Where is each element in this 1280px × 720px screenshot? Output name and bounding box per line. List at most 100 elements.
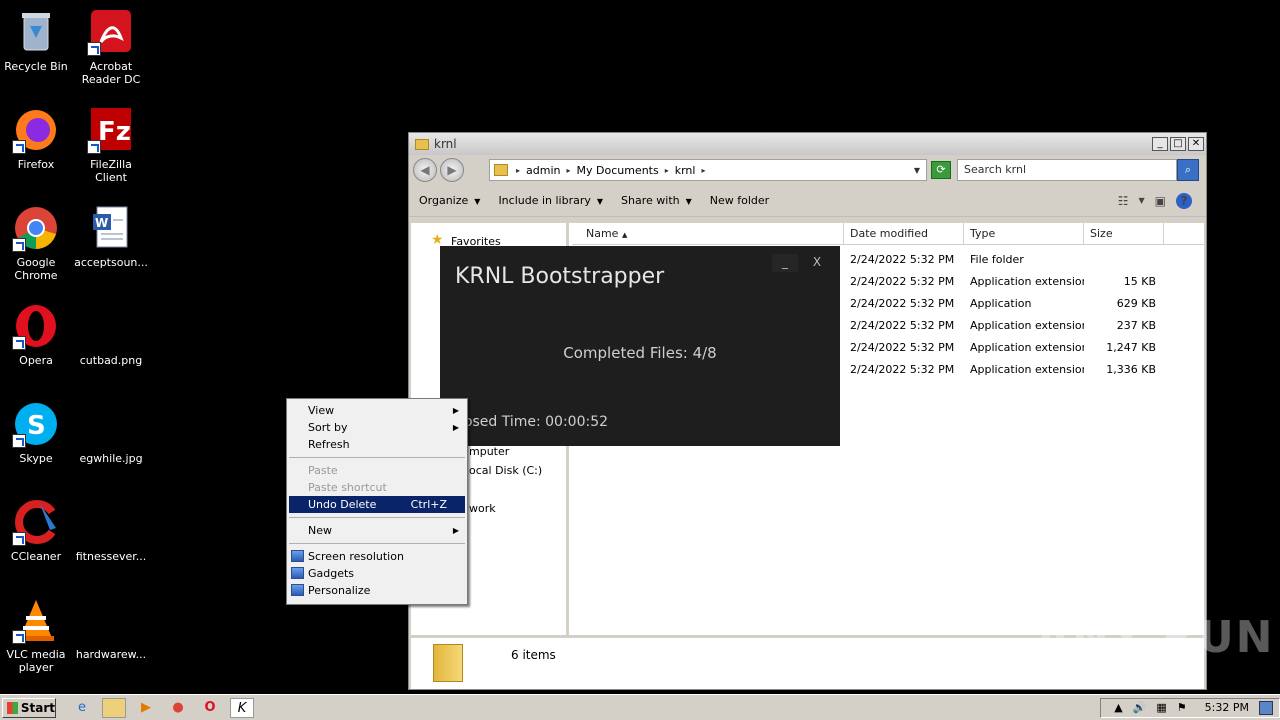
desktop-icon-recycle-bin[interactable]: Recycle Bin — [0, 8, 74, 73]
menu-separator — [289, 517, 465, 518]
show-desktop-button[interactable] — [1259, 700, 1273, 715]
volume-icon[interactable]: 🔊 — [1133, 701, 1147, 714]
nav-local-disk[interactable]: ocal Disk (C:) — [469, 464, 542, 477]
show-hidden-icons-icon[interactable]: ▲ — [1114, 701, 1122, 714]
chevron-down-icon: ▼ — [474, 197, 481, 206]
nav-computer[interactable]: mputer — [469, 445, 509, 458]
desktop-icon-egwhile[interactable]: egwhile.jpg — [73, 400, 149, 465]
desktop-icon-filezilla[interactable]: Fz FileZilla Client — [73, 106, 149, 184]
star-icon: ★ — [431, 232, 444, 248]
desktop-icon-skype[interactable]: S Skype — [0, 400, 74, 465]
desktop-icon-chrome[interactable]: Google Chrome — [0, 204, 74, 282]
action-center-flag-icon[interactable]: ⚑ — [1177, 701, 1187, 714]
menu-item-screen-resolution[interactable]: Screen resolution — [287, 548, 467, 565]
desktop-icon-acceptsound[interactable]: W acceptsoun... — [73, 204, 149, 269]
refresh-icon[interactable]: ⟳ — [931, 161, 951, 179]
item-count: 6 items — [511, 648, 556, 662]
include-library-label: Include in library — [498, 194, 591, 207]
nav-network[interactable]: work — [469, 502, 496, 515]
menu-item-label: Screen resolution — [308, 550, 404, 563]
close-button[interactable]: ✕ — [1188, 137, 1204, 151]
shortcut-arrow-icon — [12, 532, 26, 546]
folder-icon — [415, 138, 429, 150]
opera-taskbar-icon[interactable]: O — [198, 698, 222, 718]
explorer-title-bar[interactable]: krnl _ □ ✕ — [409, 133, 1206, 155]
address-bar[interactable]: ▸ admin ▸ My Documents ▸ krnl ▸ ▼ — [489, 159, 927, 181]
menu-item-new[interactable]: New ▶ — [287, 522, 467, 539]
column-type[interactable]: Type — [964, 223, 1084, 245]
column-date[interactable]: Date modified — [844, 223, 964, 245]
menu-item-shortcut: Ctrl+Z — [410, 498, 447, 511]
forward-button[interactable]: ▶ — [440, 158, 464, 182]
maximize-button[interactable]: □ — [1170, 137, 1186, 151]
include-in-library-button[interactable]: Include in library ▼ — [498, 194, 603, 207]
chevron-down-icon[interactable]: ▼ — [1139, 196, 1145, 205]
personalize-icon — [291, 584, 304, 596]
help-icon[interactable]: ? — [1176, 192, 1192, 209]
media-player-icon[interactable]: ▶ — [134, 698, 158, 718]
chevron-down-icon: ▼ — [596, 197, 604, 206]
desktop-icon-label: Opera — [19, 354, 53, 367]
menu-item-view[interactable]: View ▶ — [287, 402, 467, 419]
acrobat-icon — [87, 8, 135, 56]
desktop-context-menu: View ▶ Sort by ▶ Refresh Paste Paste short… — [286, 398, 468, 605]
desktop-icon-label: Firefox — [17, 158, 55, 171]
svg-text:Fz: Fz — [98, 117, 131, 147]
file-date: 2/24/2022 5:32 PM — [850, 341, 955, 354]
anyrun-watermark: ANY RUN — [1036, 612, 1275, 663]
desktop-icon-vlc[interactable]: VLC media player — [0, 596, 74, 674]
file-size: 15 KB — [1123, 275, 1156, 288]
change-view-icon[interactable]: ☷ — [1118, 194, 1129, 208]
chevron-right-icon: ▸ — [664, 165, 669, 175]
chevron-down-icon: ▼ — [685, 197, 692, 206]
file-date: 2/24/2022 5:32 PM — [850, 297, 955, 310]
share-with-button[interactable]: Share with ▼ — [621, 194, 692, 207]
start-button[interactable]: Start — [2, 697, 56, 718]
chevron-right-icon: ▸ — [701, 165, 706, 175]
desktop-icon-fitnessever[interactable]: fitnessever... — [73, 498, 149, 563]
submenu-arrow-icon: ▶ — [452, 526, 459, 535]
menu-item-gadgets[interactable]: Gadgets — [287, 565, 467, 582]
desktop-icon-label: VLC media player — [6, 648, 66, 674]
krnl-taskbar-icon[interactable]: K — [230, 697, 254, 718]
menu-item-personalize[interactable]: Personalize — [287, 582, 467, 599]
desktop-icon-firefox[interactable]: Firefox — [0, 106, 74, 171]
column-name[interactable]: Name ▲ — [572, 223, 844, 245]
preview-pane-icon[interactable]: ▣ — [1155, 194, 1166, 208]
menu-item-undo-delete[interactable]: Undo Delete Ctrl+Z — [289, 496, 465, 513]
address-dropdown-icon[interactable]: ▼ — [914, 166, 920, 175]
clock[interactable]: 5:32 PM — [1205, 701, 1249, 714]
submenu-arrow-icon: ▶ — [452, 423, 459, 432]
minimize-button[interactable]: _ — [1152, 137, 1168, 151]
file-type: Application — [970, 297, 1032, 310]
back-button[interactable]: ◀ — [413, 158, 437, 182]
menu-item-sort-by[interactable]: Sort by ▶ — [287, 419, 467, 436]
search-icon[interactable]: ⌕ — [1177, 159, 1199, 181]
desktop-icon-label: hardwarew... — [75, 648, 147, 661]
chrome-taskbar-icon[interactable]: ● — [166, 698, 190, 718]
sort-asc-icon: ▲ — [621, 231, 628, 239]
file-date: 2/24/2022 5:32 PM — [850, 253, 955, 266]
breadcrumb-my-documents[interactable]: My Documents — [577, 164, 659, 177]
krnl-close-button[interactable]: X — [804, 254, 830, 272]
column-size[interactable]: Size — [1084, 223, 1164, 245]
file-size: 1,247 KB — [1106, 341, 1156, 354]
breadcrumb-krnl[interactable]: krnl — [675, 164, 696, 177]
desktop-icon-opera[interactable]: Opera — [0, 302, 74, 367]
menu-separator — [289, 457, 465, 458]
desktop-icon-hardwarew[interactable]: hardwarew... — [73, 596, 149, 661]
network-icon[interactable]: ▦ — [1156, 701, 1166, 714]
menu-item-refresh[interactable]: Refresh — [287, 436, 467, 453]
organize-button[interactable]: Organize ▼ — [419, 194, 480, 207]
desktop-icon-ccleaner[interactable]: CCleaner — [0, 498, 74, 563]
new-folder-button[interactable]: New folder — [710, 194, 769, 207]
desktop-icon-acrobat[interactable]: Acrobat Reader DC — [73, 8, 149, 86]
desktop-icon-cutbad[interactable]: cutbad.png — [73, 302, 149, 367]
krnl-minimize-button[interactable]: _ — [772, 254, 798, 272]
internet-explorer-icon[interactable]: e — [70, 698, 94, 718]
windows-explorer-icon[interactable] — [102, 697, 126, 718]
firefox-icon — [12, 106, 60, 154]
shortcut-arrow-icon — [12, 336, 26, 350]
breadcrumb-admin[interactable]: admin — [526, 164, 560, 177]
search-input[interactable]: Search krnl — [957, 159, 1177, 181]
